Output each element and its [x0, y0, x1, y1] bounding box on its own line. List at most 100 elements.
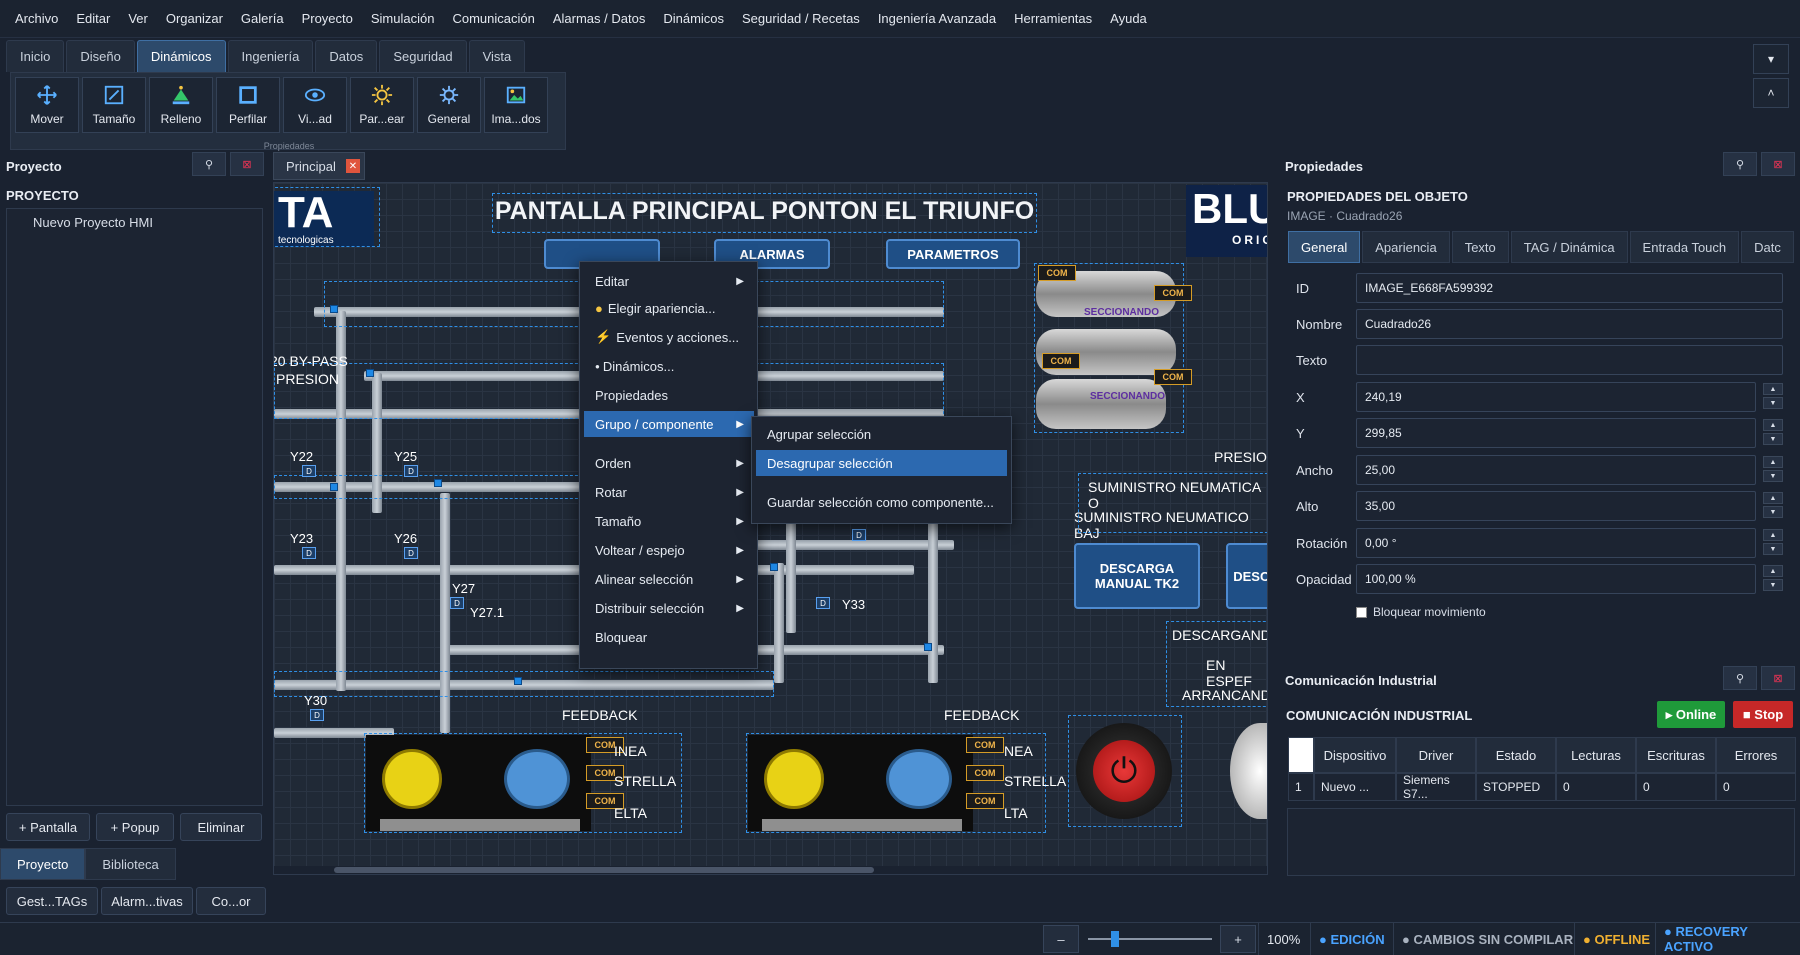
cell-lecturas[interactable]: 0 — [1556, 773, 1636, 801]
x-input[interactable]: 240,19 — [1356, 382, 1756, 412]
tag-manager-button[interactable]: Gest...TAGs — [6, 887, 98, 915]
add-popup-button[interactable]: + Popup — [96, 813, 174, 841]
rotacion-input[interactable]: 0,00 ° — [1356, 528, 1756, 558]
menu-ingenieria-avanzada[interactable]: Ingeniería Avanzada — [869, 11, 1005, 26]
lock-checkbox[interactable] — [1356, 606, 1367, 618]
general-button[interactable]: General — [417, 77, 481, 133]
stop-button[interactable]: ■ Stop — [1733, 701, 1793, 728]
pin-icon[interactable]: ⚲ — [192, 152, 226, 176]
col-driver[interactable]: Driver — [1396, 737, 1476, 773]
menu-item-alinear[interactable]: Alinear selección ▶ — [584, 566, 754, 592]
hmi-canvas[interactable]: TA tecnologicas BLU ORIG PANTALLA PRINCI… — [273, 182, 1268, 875]
zoom-slider[interactable] — [1084, 925, 1216, 953]
cell-dispositivo[interactable]: Nuevo ... — [1314, 773, 1396, 801]
tab-datos[interactable]: Datc — [1741, 231, 1794, 263]
valve-y30[interactable]: D — [310, 709, 324, 721]
tab-datos[interactable]: Datos — [315, 40, 378, 72]
close-icon[interactable]: ⊠ — [1761, 152, 1795, 176]
pin-icon[interactable]: ⚲ — [1723, 152, 1757, 176]
col-dispositivo[interactable]: Dispositivo — [1314, 737, 1396, 773]
cell-estado[interactable]: STOPPED — [1476, 773, 1556, 801]
ancho-input[interactable]: 25,00 — [1356, 455, 1756, 485]
delete-button[interactable]: Eliminar — [180, 813, 262, 841]
alto-input[interactable]: 35,00 — [1356, 491, 1756, 521]
alto-stepper[interactable]: ▲ ▼ — [1763, 492, 1783, 518]
tab-tag-dinamica[interactable]: TAG / Dinámica — [1510, 231, 1628, 263]
tab-entrada-touch[interactable]: Entrada Touch — [1629, 231, 1740, 263]
visibility-button[interactable]: Vi...ad — [283, 77, 347, 133]
valve-y22[interactable]: D — [302, 465, 316, 477]
handle[interactable] — [366, 369, 374, 377]
opacidad-input[interactable]: 100,00 % — [1356, 564, 1756, 594]
move-button[interactable]: Mover — [15, 77, 79, 133]
online-button[interactable]: ▸ Online — [1657, 701, 1725, 728]
ancho-stepper[interactable]: ▲ ▼ — [1763, 456, 1783, 482]
scroll-thumb[interactable] — [334, 867, 874, 873]
tree-item-project[interactable]: Nuevo Proyecto HMI — [33, 215, 153, 230]
menu-galeria[interactable]: Galería — [232, 11, 293, 26]
pin-icon[interactable]: ⚲ — [1723, 666, 1757, 690]
menu-item-grupo[interactable]: Grupo / componente ▶ — [584, 411, 754, 437]
handle[interactable] — [330, 483, 338, 491]
canvas-hscroll[interactable] — [274, 866, 1267, 874]
menu-item-bloquear[interactable]: Bloquear — [584, 624, 754, 650]
y-input[interactable]: 299,85 — [1356, 418, 1756, 448]
zoom-out-button[interactable]: – — [1043, 925, 1079, 953]
rotacion-stepper[interactable]: ▲ ▼ — [1763, 529, 1783, 555]
col-escrituras[interactable]: Escrituras — [1636, 737, 1716, 773]
submenu-agrupar[interactable]: Agrupar selección — [756, 421, 1007, 447]
discharge-tk2-button[interactable]: DESCARGA MANUAL TK2 — [1074, 543, 1200, 609]
nombre-input[interactable]: Cuadrado26 — [1356, 309, 1783, 339]
menu-item-rotar[interactable]: Rotar ▶ — [584, 479, 754, 505]
tab-ingenieria[interactable]: Ingeniería — [227, 40, 314, 72]
menu-editar[interactable]: Editar — [67, 11, 119, 26]
menu-proyecto[interactable]: Proyecto — [293, 11, 362, 26]
ribbon-collapse-up-button[interactable]: ˄ — [1753, 78, 1789, 108]
menu-comunicacion[interactable]: Comunicación — [443, 11, 543, 26]
submenu-guardar-componente[interactable]: Guardar selección como componente... — [756, 489, 1007, 515]
menu-dinamicos[interactable]: Dinámicos — [654, 11, 733, 26]
handle[interactable] — [434, 479, 442, 487]
x-stepper[interactable]: ▲ ▼ — [1763, 383, 1783, 409]
menu-item-voltear[interactable]: Voltear / espejo ▶ — [584, 537, 754, 563]
col-errores[interactable]: Errores — [1716, 737, 1796, 773]
tab-dinamicos[interactable]: Dinámicos — [136, 40, 226, 72]
valve-y25[interactable]: D — [404, 465, 418, 477]
menu-organizar[interactable]: Organizar — [157, 11, 232, 26]
menu-item-eventos[interactable]: ⚡ Eventos y acciones... — [584, 324, 754, 350]
menu-ver[interactable]: Ver — [119, 11, 157, 26]
menu-ayuda[interactable]: Ayuda — [1101, 11, 1156, 26]
menu-item-propiedades[interactable]: Propiedades — [584, 382, 754, 408]
menu-alarmas[interactable]: Alarmas / Datos — [544, 11, 654, 26]
cell-driver[interactable]: Siemens S7... — [1396, 773, 1476, 801]
outline-button[interactable]: Perfilar — [216, 77, 280, 133]
cell-errores[interactable]: 0 — [1716, 773, 1796, 801]
blink-button[interactable]: Par...ear — [350, 77, 414, 133]
close-icon[interactable]: ⊠ — [230, 152, 264, 176]
tab-diseno[interactable]: Diseño — [66, 40, 135, 72]
texto-input[interactable] — [1356, 345, 1783, 375]
cell-escrituras[interactable]: 0 — [1636, 773, 1716, 801]
id-input[interactable]: IMAGE_E668FA599392 — [1356, 273, 1783, 303]
zoom-in-button[interactable]: + — [1220, 925, 1256, 953]
images-button[interactable]: Ima...dos — [484, 77, 548, 133]
close-tab-icon[interactable]: ✕ — [346, 159, 360, 173]
tab-inicio[interactable]: Inicio — [6, 40, 65, 72]
menu-archivo[interactable]: Archivo — [6, 11, 67, 26]
handle[interactable] — [770, 563, 778, 571]
tab-texto[interactable]: Texto — [1451, 231, 1509, 263]
lock-movement[interactable]: Bloquear movimiento — [1356, 605, 1486, 619]
menu-item-orden[interactable]: Orden ▶ — [584, 450, 754, 476]
menu-item-editar[interactable]: Editar ▶ — [584, 268, 754, 294]
close-icon[interactable]: ⊠ — [1761, 666, 1795, 690]
comm-log-area[interactable] — [1287, 808, 1795, 876]
discharge-button-2[interactable]: DESCA — [1226, 543, 1267, 609]
hmi-parametros-button[interactable]: PARAMETROS — [886, 239, 1020, 269]
handle[interactable] — [330, 305, 338, 313]
valve-upper[interactable]: D — [852, 529, 866, 541]
menu-item-tamano[interactable]: Tamaño ▶ — [584, 508, 754, 534]
y-stepper[interactable]: ▲ ▼ — [1763, 419, 1783, 445]
tab-biblioteca[interactable]: Biblioteca — [85, 848, 176, 880]
color-button[interactable]: Co...or — [196, 887, 266, 915]
valve-y27[interactable]: D — [450, 597, 464, 609]
